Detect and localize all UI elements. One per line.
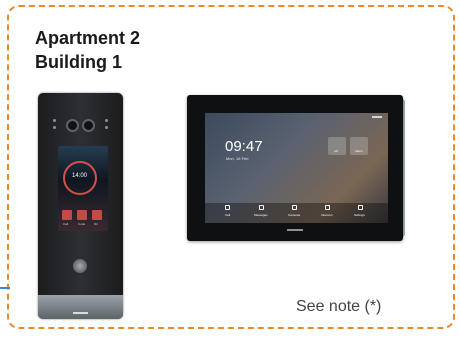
indicator-led [53,126,56,129]
apartment-heading: Apartment 2 Building 1 [35,26,140,74]
connector-tick [0,287,10,289]
badge-reader-icon[interactable] [73,259,87,273]
door-panel-base [38,295,123,319]
settings-icon[interactable] [358,205,363,210]
bottom-bar-label: Intercom [321,213,333,217]
tile-label: Alarm [355,149,363,153]
call-icon[interactable] [225,205,230,210]
bottom-bar-label: Cameras [288,213,301,217]
indicator-led [105,119,108,122]
door-menu-label: Call [63,222,69,226]
door-panel-brand-mark [73,312,88,314]
door-menu-label: Code [78,222,86,226]
monitor-clock: 09:47 [225,138,263,155]
messages-icon[interactable] [259,205,264,210]
building-label: Building 1 [35,52,122,72]
bottom-bar-label: Settings [354,213,365,217]
indicator-led [105,126,108,129]
bottom-bar-label: Call [225,213,231,217]
door-menu-label: Dir [94,222,98,226]
monitor-date: Mon, 16 Feb [226,156,249,161]
intercom-icon[interactable] [325,205,330,210]
call-icon[interactable] [62,210,72,220]
door-panel-time: 14:00 [72,173,88,179]
apartment-label: Apartment 2 [35,28,141,48]
tile-label: Lift [334,149,339,153]
camera-lens-icon [66,119,79,132]
directory-icon[interactable] [92,210,102,220]
monitor-brand-mark [287,229,303,231]
cameras-icon[interactable] [292,205,297,210]
keypad-icon[interactable] [77,210,87,220]
status-bar-icon [372,116,382,118]
see-note-text: See note (*) [296,298,382,315]
bottom-bar-label: Messages [254,213,268,217]
camera-lens-icon [82,119,95,132]
indicator-led [53,119,56,122]
